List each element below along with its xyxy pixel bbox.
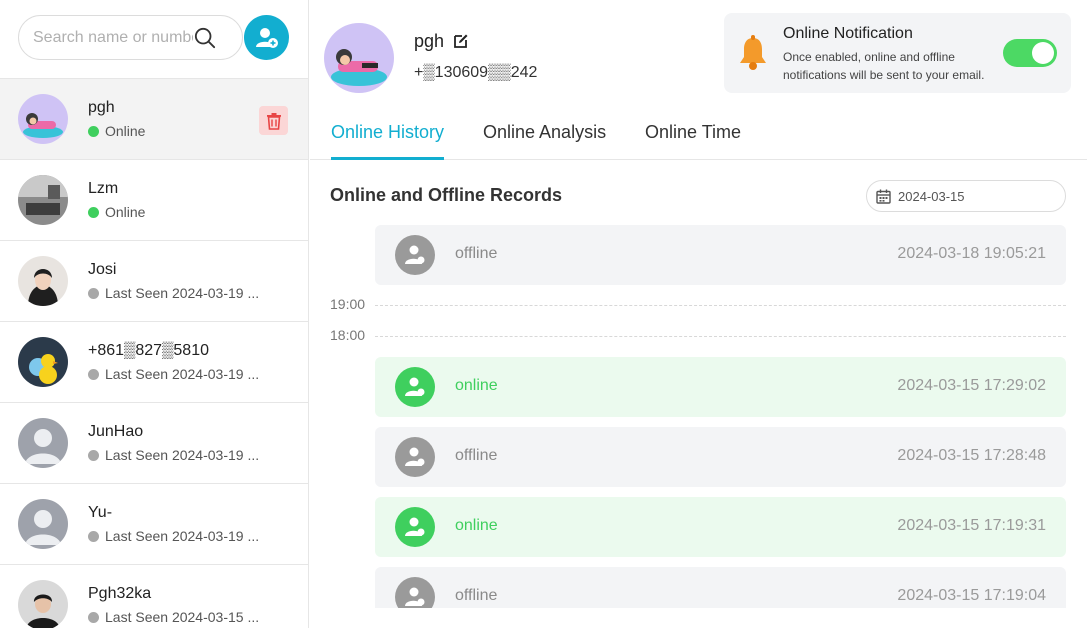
contact-status: Online <box>88 204 145 220</box>
contact-status-text: Online <box>105 204 146 220</box>
time-mark: 19:00 <box>330 296 366 312</box>
records-list: offline 2024-03-18 19:05:21 19:00 18:00 … <box>310 225 1087 608</box>
time-mark: 18:00 <box>330 327 366 343</box>
contact-status-text: Last Seen 2024-03-19 ... <box>105 285 260 301</box>
contact-status: Last Seen 2024-03-19 ... <box>88 285 259 301</box>
status-dot <box>88 206 99 218</box>
avatar <box>18 580 68 628</box>
record-item: offline 2024-03-18 19:05:21 <box>375 225 1066 285</box>
contact-name: Pgh32ka <box>88 585 152 602</box>
tab-online-time[interactable]: Online Time <box>645 122 741 160</box>
contact-item-phone[interactable]: +861▒827▒5810 Last Seen 2024-03-19 ... <box>0 321 308 402</box>
add-contact-button[interactable] <box>244 15 289 60</box>
contact-status-text: Online <box>105 123 146 139</box>
profile-avatar <box>324 23 394 93</box>
contact-name: Lzm <box>88 180 119 197</box>
avatar <box>18 418 68 468</box>
record-status: offline <box>455 587 498 604</box>
contact-sidebar: pgh Online Lzm Online Josi Last Seen 202… <box>0 0 309 628</box>
contact-item-pgh32ka[interactable]: Pgh32ka Last Seen 2024-03-15 ... <box>0 564 308 628</box>
contact-name: pgh <box>88 99 115 116</box>
status-dot <box>88 530 99 542</box>
contact-status-text: Last Seen 2024-03-19 ... <box>105 447 260 463</box>
contact-status: Last Seen 2024-03-15 ... <box>88 609 259 625</box>
contact-item-lzm[interactable]: Lzm Online <box>0 159 308 240</box>
trash-icon <box>266 112 281 130</box>
time-divider <box>375 336 1066 337</box>
record-item: online 2024-03-15 17:29:02 <box>375 357 1066 417</box>
contact-item-josi[interactable]: Josi Last Seen 2024-03-19 ... <box>0 240 308 321</box>
tab-bar: Online History Online Analysis Online Ti… <box>310 108 1087 160</box>
contact-name: Yu- <box>88 504 113 521</box>
contact-status-text: Last Seen 2024-03-15 ... <box>105 609 260 625</box>
profile-name: pgh <box>414 31 445 51</box>
user-status-icon <box>395 437 435 477</box>
contact-item-pgh[interactable]: pgh Online <box>0 78 308 159</box>
profile-phone: +▒130609▒▒242 <box>414 64 538 81</box>
user-status-icon <box>395 235 435 275</box>
status-dot <box>88 125 99 137</box>
date-picker[interactable]: 2024-03-15 <box>866 180 1066 212</box>
status-dot <box>88 368 99 380</box>
record-item: online 2024-03-15 17:19:31 <box>375 497 1066 557</box>
avatar <box>18 94 68 144</box>
search-box[interactable] <box>18 15 243 60</box>
record-status: offline <box>455 447 498 464</box>
contact-name: JunHao <box>88 423 144 440</box>
record-status: offline <box>455 245 498 262</box>
record-status: online <box>455 517 498 534</box>
contact-status-text: Last Seen 2024-03-19 ... <box>105 528 260 544</box>
record-item: offline 2024-03-15 17:28:48 <box>375 427 1066 487</box>
record-status: online <box>455 377 498 394</box>
user-status-icon <box>395 577 435 608</box>
notification-title: Online Notification <box>783 25 913 42</box>
contact-name: +861▒827▒5810 <box>88 342 209 359</box>
edit-icon[interactable] <box>453 33 469 49</box>
search-input[interactable] <box>33 26 193 50</box>
tab-online-analysis[interactable]: Online Analysis <box>483 122 606 160</box>
notification-card: Online Notification Once enabled, online… <box>724 13 1071 93</box>
avatar <box>18 175 68 225</box>
avatar <box>18 256 68 306</box>
record-time: 2024-03-18 19:05:21 <box>897 245 1046 262</box>
record-time: 2024-03-15 17:19:04 <box>897 587 1046 604</box>
avatar <box>18 499 68 549</box>
search-icon[interactable] <box>194 27 216 49</box>
add-user-icon <box>255 27 278 48</box>
notification-description: Once enabled, online and offline notific… <box>783 50 985 82</box>
user-status-icon <box>395 367 435 407</box>
contact-status: Online <box>88 123 145 139</box>
contact-list: pgh Online Lzm Online Josi Last Seen 202… <box>0 78 308 628</box>
user-status-icon <box>395 507 435 547</box>
contact-item-yu[interactable]: Yu- Last Seen 2024-03-19 ... <box>0 483 308 564</box>
notification-toggle[interactable] <box>1003 39 1057 67</box>
status-dot <box>88 611 99 623</box>
bell-icon <box>740 35 766 70</box>
contact-status: Last Seen 2024-03-19 ... <box>88 366 259 382</box>
record-time: 2024-03-15 17:19:31 <box>897 517 1046 534</box>
status-dot <box>88 287 99 299</box>
time-divider <box>375 305 1066 306</box>
contact-status-text: Last Seen 2024-03-19 ... <box>105 366 260 382</box>
record-time: 2024-03-15 17:28:48 <box>897 447 1046 464</box>
avatar <box>18 337 68 387</box>
status-dot <box>88 449 99 461</box>
contact-name: Josi <box>88 261 117 278</box>
selected-date: 2024-03-15 <box>898 189 965 204</box>
contact-status: Last Seen 2024-03-19 ... <box>88 528 259 544</box>
record-time: 2024-03-15 17:29:02 <box>897 377 1046 394</box>
record-item: offline 2024-03-15 17:19:04 <box>375 567 1066 608</box>
toggle-knob <box>1032 42 1054 64</box>
delete-contact-button[interactable] <box>259 106 288 135</box>
tab-online-history[interactable]: Online History <box>331 122 445 160</box>
calendar-icon <box>876 189 891 204</box>
section-title: Online and Offline Records <box>330 185 563 205</box>
contact-status: Last Seen 2024-03-19 ... <box>88 447 259 463</box>
main-panel: pgh +▒130609▒▒242 Online Notification On… <box>310 0 1087 628</box>
contact-item-junhao[interactable]: JunHao Last Seen 2024-03-19 ... <box>0 402 308 483</box>
